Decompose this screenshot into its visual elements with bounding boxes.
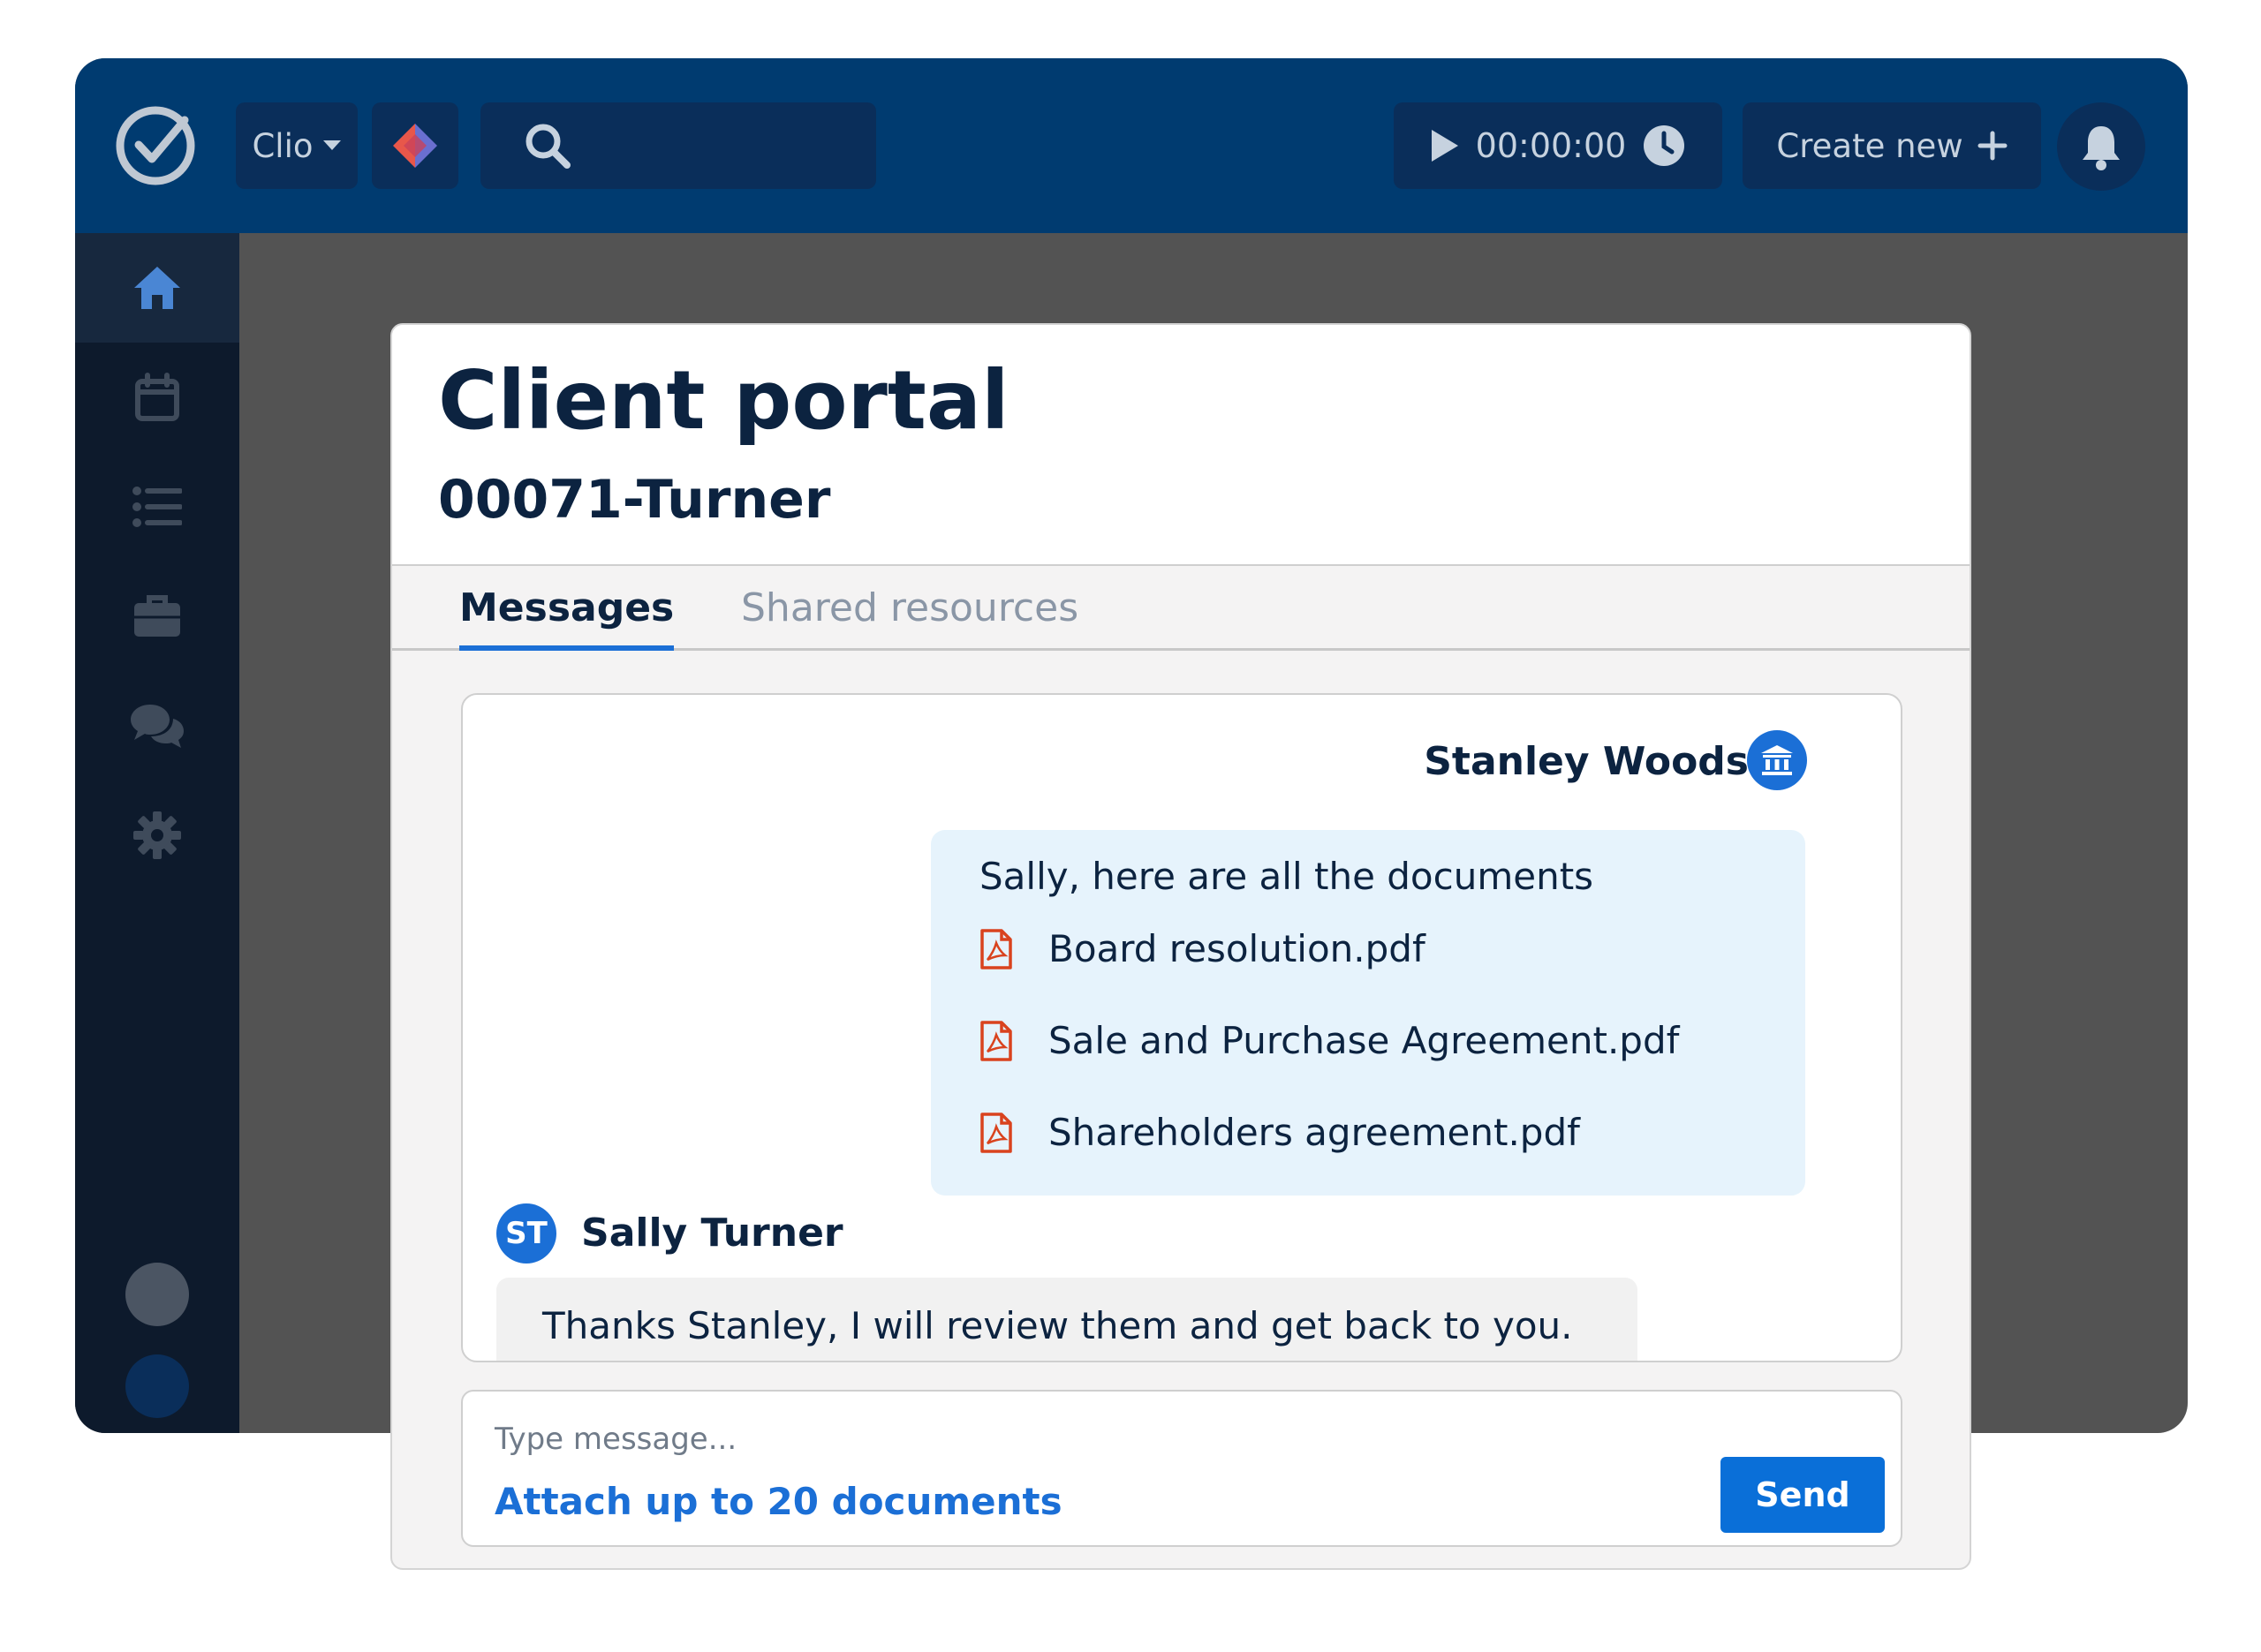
create-new-button[interactable]: Create new <box>1743 102 2041 189</box>
tab-messages[interactable]: Messages <box>459 585 675 651</box>
document-name: Sale and Purchase Agreement.pdf <box>1048 1019 1680 1062</box>
document-link[interactable]: Board resolution.pdf <box>979 927 1425 970</box>
pdf-file-icon <box>980 1020 1012 1061</box>
incoming-message-bubble: Thanks Stanley, I will review them and g… <box>496 1278 1637 1361</box>
send-button[interactable]: Send <box>1720 1457 1885 1533</box>
tab-shared-resources[interactable]: Shared resources <box>741 585 1078 630</box>
bell-icon <box>2083 126 2120 170</box>
clio-logo-icon[interactable] <box>114 104 197 187</box>
document-link[interactable]: Sale and Purchase Agreement.pdf <box>979 1019 1679 1062</box>
global-search[interactable] <box>480 102 876 189</box>
notifications-button[interactable] <box>2057 102 2145 191</box>
integrations-button[interactable] <box>372 102 458 189</box>
plus-icon <box>1977 131 2008 161</box>
bank-icon <box>1761 745 1793 775</box>
create-new-label: Create new <box>1776 126 1963 165</box>
client-portal-panel: Client portal 00071-Turner Messages Shar… <box>390 323 1971 1570</box>
home-icon <box>134 267 180 309</box>
portal-tabs: Messages Shared resources <box>392 566 1970 651</box>
sender-name-sally: Sally Turner <box>581 1211 843 1256</box>
sidebar-item-calendar[interactable] <box>75 343 239 452</box>
top-navigation-bar: Clio 00:00:00 Create new <box>75 58 2188 233</box>
outgoing-message-text: Sally, here are all the documents <box>979 855 1594 898</box>
app-switcher-label: Clio <box>252 126 314 165</box>
firm-avatar <box>1747 730 1807 790</box>
user-avatar[interactable] <box>125 1263 189 1326</box>
sidebar-item-matters[interactable] <box>75 562 239 671</box>
sidebar-item-settings[interactable] <box>75 781 239 890</box>
timer-value: 00:00:00 <box>1475 126 1627 165</box>
diamond-logo-icon <box>393 124 437 168</box>
attach-documents-link[interactable]: Attach up to 20 documents <box>495 1480 1062 1523</box>
play-icon <box>1431 130 1458 162</box>
incoming-message-text: Thanks Stanley, I will review them and g… <box>542 1304 1573 1347</box>
matter-name: 00071-Turner <box>438 469 831 531</box>
help-avatar[interactable] <box>125 1354 189 1418</box>
portal-header: Client portal 00071-Turner <box>392 325 1970 566</box>
pdf-file-icon <box>980 928 1012 969</box>
document-name: Board resolution.pdf <box>1048 927 1425 970</box>
clock-icon <box>1644 125 1685 166</box>
message-composer[interactable]: Type message... Attach up to 20 document… <box>461 1390 1902 1547</box>
sidebar <box>75 233 239 1433</box>
gear-icon <box>133 811 181 859</box>
list-icon <box>132 487 182 527</box>
sidebar-item-tasks[interactable] <box>75 452 239 562</box>
app-switcher-button[interactable]: Clio <box>236 102 358 189</box>
chat-bubbles-icon <box>131 705 184 748</box>
calendar-icon <box>135 373 179 421</box>
pdf-file-icon <box>980 1112 1012 1153</box>
caret-down-icon <box>322 140 341 150</box>
document-link[interactable]: Shareholders agreement.pdf <box>979 1111 1580 1154</box>
page-title: Client portal <box>438 353 1010 448</box>
message-input[interactable]: Type message... <box>495 1422 737 1457</box>
search-icon <box>526 124 571 169</box>
sidebar-item-home[interactable] <box>75 233 239 343</box>
client-avatar: ST <box>496 1203 556 1264</box>
document-name: Shareholders agreement.pdf <box>1048 1111 1580 1154</box>
sender-name-stanley: Stanley Woods <box>1424 739 1749 784</box>
timer-widget[interactable]: 00:00:00 <box>1394 102 1722 189</box>
sidebar-item-communications[interactable] <box>75 671 239 781</box>
outgoing-message-bubble: Sally, here are all the documents Board … <box>931 830 1805 1196</box>
briefcase-icon <box>134 595 180 637</box>
message-thread: Stanley Woods Sally, here are all the do… <box>461 693 1902 1362</box>
